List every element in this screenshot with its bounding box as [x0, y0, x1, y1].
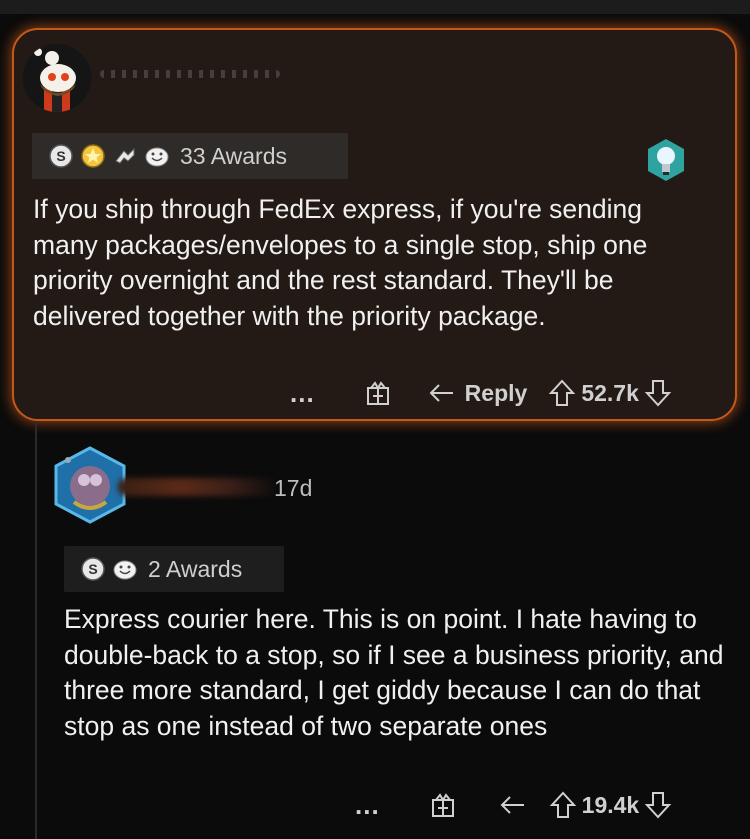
wholesome-award-icon	[145, 147, 169, 167]
reply-username[interactable]	[118, 478, 278, 496]
reply-label: Reply	[464, 379, 528, 406]
svg-text:S: S	[88, 561, 97, 577]
comment-body: If you ship through FedEx express, if yo…	[33, 194, 648, 331]
user-avatar[interactable]	[22, 44, 92, 112]
silver-award-icon: S	[81, 557, 105, 581]
helpful-award-icon	[115, 147, 135, 164]
gold-award-icon	[81, 144, 105, 168]
more-options-button[interactable]: ...	[290, 380, 315, 406]
gift-icon[interactable]	[363, 378, 393, 408]
thread-line[interactable]	[35, 422, 37, 839]
reply-action-bar: ... 19.4k	[355, 790, 673, 820]
comment-action-bar: ... Reply 52.7k	[290, 378, 673, 408]
reply-arrow-icon	[429, 384, 453, 402]
downvote-icon[interactable]	[643, 790, 673, 820]
username[interactable]	[100, 70, 280, 78]
top-bar	[0, 0, 750, 14]
downvote-icon[interactable]	[643, 378, 673, 408]
reply-body: Express courier here. This is on point. …	[64, 604, 724, 741]
reply-arrow-icon[interactable]	[498, 790, 528, 820]
reply-awards-count: 2 Awards	[148, 555, 243, 582]
comment-age: 17d	[274, 475, 313, 501]
upvote-icon[interactable]	[548, 790, 578, 820]
wholesome-award-icon	[113, 560, 137, 580]
reply-vote-score: 19.4k	[581, 791, 640, 818]
awards-bar[interactable]: S 33 Awards	[32, 133, 348, 179]
awards-count: 33 Awards	[180, 142, 287, 169]
upvote-icon[interactable]	[547, 378, 577, 408]
reply-user-avatar[interactable]	[54, 446, 126, 524]
gift-icon[interactable]	[428, 790, 458, 820]
reply-button[interactable]: Reply	[427, 378, 528, 408]
reply-awards-bar[interactable]: S 2 Awards	[64, 546, 284, 592]
svg-text:S: S	[56, 148, 65, 164]
lightbulb-flair-icon	[648, 139, 684, 181]
more-options-button[interactable]: ...	[355, 792, 380, 818]
silver-award-icon: S	[49, 144, 73, 168]
vote-score: 52.7k	[581, 379, 639, 406]
